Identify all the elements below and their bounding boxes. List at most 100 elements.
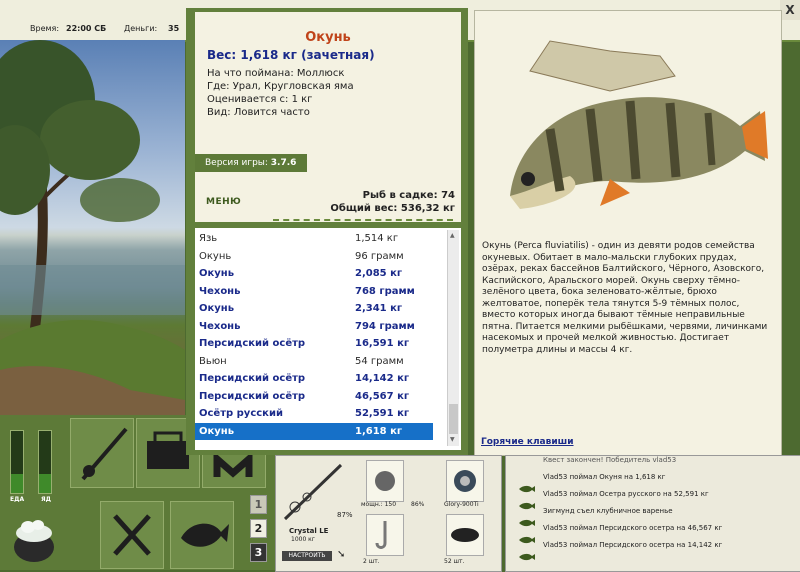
catch-fish-name: Чехонь xyxy=(199,320,241,332)
catch-row[interactable]: Персидский осётр 46,567 кг xyxy=(195,388,433,405)
catch-row[interactable]: Чехонь 794 грамм xyxy=(195,318,433,335)
poison-gauge xyxy=(38,430,52,494)
food-gauge-fill xyxy=(11,474,23,493)
food-gauge xyxy=(10,430,24,494)
log-fish-icon xyxy=(518,478,536,493)
bait-count: 52 шт. xyxy=(444,558,465,565)
catch-fish-name: Чехонь xyxy=(199,285,241,297)
log-line: Vlad53 поймал Персидского осетра на 46,5… xyxy=(543,524,723,532)
mussel-icon xyxy=(451,528,479,542)
poison-gauge-fill xyxy=(39,474,51,493)
catch-fish-name: Язь xyxy=(199,233,218,244)
scroll-thumb[interactable] xyxy=(449,404,458,434)
slot-3-button[interactable]: 3 xyxy=(250,543,267,562)
fishing-scene[interactable] xyxy=(0,40,185,415)
catch-fish-weight: 96 грамм xyxy=(355,250,404,262)
catch-row[interactable]: Персидский осётр 14,142 кг xyxy=(195,370,433,387)
fish-info-panel: Окунь Вес: 1,618 кг (зачетная) На что по… xyxy=(195,12,461,222)
catch-row[interactable]: Язь 1,514 кг xyxy=(195,230,433,247)
catch-fish-weight: 2,085 кг xyxy=(355,268,403,279)
scroll-down-icon[interactable]: ▼ xyxy=(450,436,455,443)
version-label: Версия игры: xyxy=(205,158,271,168)
catch-fish-weight: 46,567 кг xyxy=(355,390,410,402)
catch-fish-weight: 54 грамм xyxy=(355,355,404,367)
log-fish-icon xyxy=(518,495,536,510)
catch-row[interactable]: Вьюн 54 грамм xyxy=(195,353,433,370)
catch-fish-name: Осётр русский xyxy=(199,408,283,419)
money-value: 35 xyxy=(168,24,180,33)
catch-row[interactable]: Осётр русский 52,591 кг xyxy=(195,405,433,422)
fish-description: Окунь (Perca fluviatilis) - один из девя… xyxy=(482,241,768,355)
catch-fish-weight: 52,591 кг xyxy=(355,408,410,419)
catch-row[interactable]: Окунь 1,618 кг xyxy=(195,422,433,440)
rod-tool-button[interactable] xyxy=(70,418,134,488)
log-line: Зигмунд съел клубничное варенье xyxy=(543,507,673,515)
reel-label: мощн.: 150 xyxy=(361,501,397,508)
catch-fish-weight: 2,341 кг xyxy=(355,303,403,314)
setup-button[interactable]: НАСТРОИТЬ xyxy=(282,551,332,561)
catch-button[interactable] xyxy=(170,501,234,569)
log-line: Квест закончен! Победитель vlad53 xyxy=(543,456,677,464)
list-scrollbar[interactable]: ▲ ▼ xyxy=(447,230,459,446)
line-slot[interactable] xyxy=(446,460,484,502)
catch-fish-name: Персидский осётр xyxy=(199,390,306,402)
catch-fish-weight: 768 грамм xyxy=(355,285,415,297)
menu-button[interactable]: МЕНЮ xyxy=(206,197,241,207)
log-fish-icon xyxy=(518,546,536,561)
close-button[interactable]: X xyxy=(780,0,800,20)
fish-rated: Оценивается с: 1 кг xyxy=(207,94,313,105)
log-fish-icon xyxy=(518,529,536,544)
slot-2-button[interactable]: 2 xyxy=(250,519,267,538)
hook-slot[interactable] xyxy=(366,514,404,556)
catch-fish-name: Окунь xyxy=(199,268,235,279)
rod-pct: 87% xyxy=(337,511,353,519)
catch-fish-name: Вьюн xyxy=(199,355,227,367)
cauldron-icon[interactable] xyxy=(8,507,60,565)
fish-kind: Вид: Ловится часто xyxy=(207,107,310,118)
catch-fish-weight: 794 грамм xyxy=(355,320,415,332)
description-panel: Окунь (Perca fluviatilis) - один из девя… xyxy=(474,10,782,456)
catch-rows: Язь 1,514 кг Окунь 96 грамм Окунь 2,085 кг Чех… xyxy=(195,230,435,444)
log-line: Vlad53 поймал Окуня на 1,618 кг xyxy=(543,473,666,481)
eat-button[interactable] xyxy=(100,501,164,569)
catch-row[interactable]: Персидский осётр 16,591 кг xyxy=(195,335,433,352)
hook-icon xyxy=(375,521,387,549)
log-line: Vlad53 поймал Персидского осетра на 14,1… xyxy=(543,541,723,549)
catch-row[interactable]: Окунь 2,085 кг xyxy=(195,265,433,282)
money-label: Деньги: xyxy=(124,24,158,33)
catch-fish-name: Окунь xyxy=(199,250,232,262)
scroll-up-icon[interactable]: ▲ xyxy=(450,232,455,239)
catch-fish-name: Персидский осётр xyxy=(199,338,306,349)
keep-total: Общий вес: 536,32 кг xyxy=(330,203,455,214)
fish-bait: На что поймана: Моллюск xyxy=(207,68,345,79)
reel-icon xyxy=(375,471,395,491)
fish-place: Где: Урал, Кругловская яма xyxy=(207,81,354,92)
log-fish-icon xyxy=(518,512,536,527)
version-badge: Версия игры: 3.7.6 xyxy=(195,154,307,172)
rod-slot[interactable]: 87% Crystal LE 1000 кг НАСТРОИТЬ ➘ xyxy=(279,459,353,567)
tackle-shelf: 87% Crystal LE 1000 кг НАСТРОИТЬ ➘ мощн.… xyxy=(275,455,502,572)
catch-fish-weight: 1,618 кг xyxy=(355,425,403,437)
slot-1-button[interactable]: 1 xyxy=(250,495,267,514)
catch-fish-weight: 1,514 кг xyxy=(355,233,399,244)
log-line: Vlad53 поймал Осетра русского на 52,591 … xyxy=(543,490,709,498)
hotkeys-link[interactable]: Горячие клавиши xyxy=(481,437,574,447)
hooks-count: 2 шт. xyxy=(363,558,380,565)
fish-name: Окунь xyxy=(305,30,351,45)
scene-art xyxy=(0,40,185,415)
catch-row[interactable]: Окунь 96 грамм xyxy=(195,248,433,265)
perch-image xyxy=(490,31,770,231)
version-value: 3.7.6 xyxy=(270,158,297,168)
catch-row[interactable]: Чехонь 768 грамм xyxy=(195,283,433,300)
time-label: Время: xyxy=(30,24,60,33)
fish-weight: Вес: 1,618 кг (зачетная) xyxy=(207,48,375,62)
bait-slot[interactable] xyxy=(446,514,484,556)
line-name: Glory-900Ti xyxy=(444,501,479,508)
catch-row[interactable]: Окунь 2,341 кг xyxy=(195,300,433,317)
poison-label: ЯД xyxy=(41,496,51,503)
event-log: Квест закончен! Победитель vlad53 Vlad53 … xyxy=(505,455,800,572)
time-value: 22:00 СБ xyxy=(66,24,107,33)
catch-fish-name: Персидский осётр xyxy=(199,373,306,384)
reel-slot[interactable] xyxy=(366,460,404,502)
catch-list[interactable]: Язь 1,514 кг Окунь 96 грамм Окунь 2,085 кг Чех… xyxy=(195,228,461,450)
